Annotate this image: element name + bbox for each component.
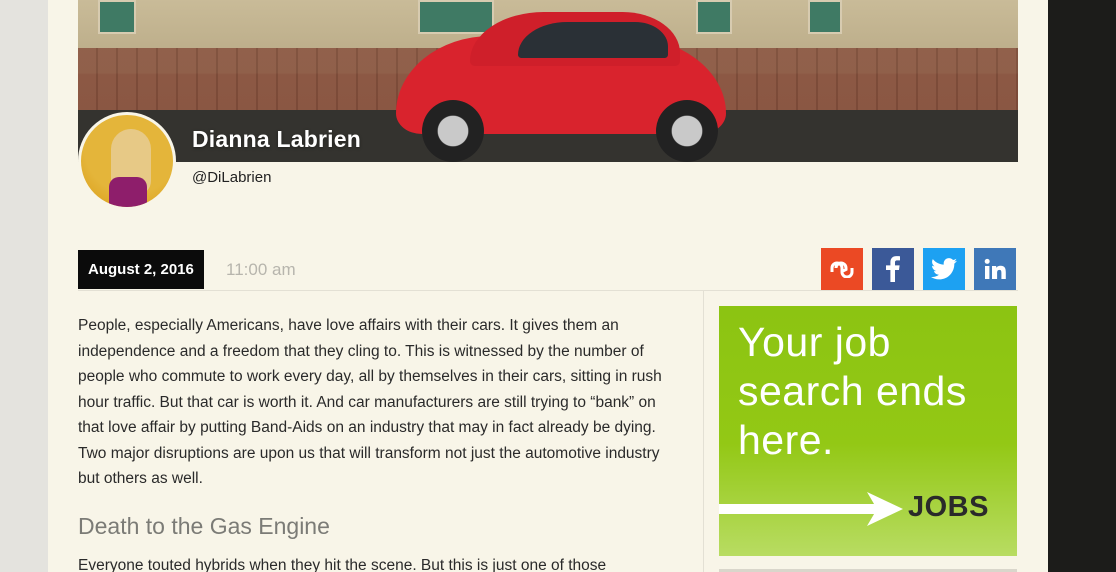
building-window	[808, 0, 842, 34]
facebook-share-button[interactable]	[872, 248, 914, 290]
building-window	[418, 0, 494, 34]
author-name[interactable]: Dianna Labrien	[192, 126, 361, 153]
avatar-shirt	[109, 177, 147, 207]
author-avatar[interactable]	[78, 112, 176, 210]
stumbleupon-share-button[interactable]	[821, 248, 863, 290]
browser-right-gutter	[1048, 0, 1116, 572]
ad-cta-label: JOBS	[908, 491, 989, 523]
linkedin-icon	[984, 258, 1006, 279]
column-divider	[703, 291, 704, 572]
car-window	[518, 22, 668, 58]
stumbleupon-icon	[830, 261, 854, 278]
article-subheading: Death to the Gas Engine	[78, 513, 330, 539]
ad-headline: Your job search ends here.	[738, 319, 967, 463]
article-intro-paragraph: People, especially Americans, have love …	[78, 317, 662, 487]
post-date: August 2, 2016	[78, 250, 204, 289]
car-wheel	[422, 100, 484, 162]
twitter-share-button[interactable]	[923, 248, 965, 290]
author-handle[interactable]: @DiLabrien	[192, 169, 271, 186]
page-content: Dianna Labrien @DiLabrien August 2, 2016…	[48, 0, 1048, 572]
twitter-icon	[931, 258, 957, 280]
building-window	[696, 0, 732, 34]
post-time: 11:00 am	[226, 260, 296, 279]
facebook-icon	[886, 256, 900, 282]
article-next-paragraph: Everyone touted hybrids when they hit th…	[78, 557, 607, 572]
browser-left-gutter	[0, 0, 48, 572]
jobs-ad-banner[interactable]: Your job search ends here. JOBS	[719, 306, 1017, 556]
header-divider	[78, 290, 1018, 291]
linkedin-share-button[interactable]	[974, 248, 1016, 290]
car-wheel	[656, 100, 718, 162]
building-window	[98, 0, 136, 34]
arrow-right-icon	[719, 492, 903, 526]
